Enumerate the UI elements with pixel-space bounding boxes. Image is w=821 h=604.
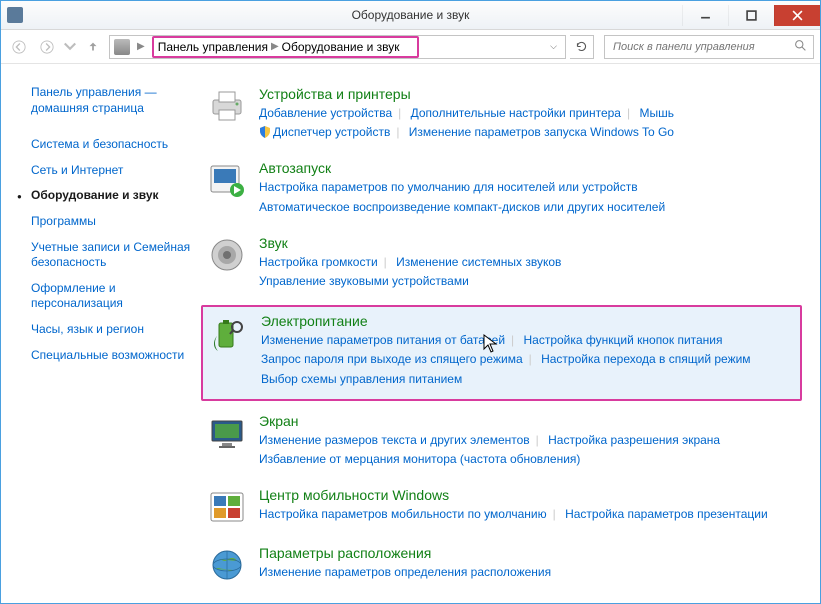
link-location-settings[interactable]: Изменение параметров определения располо… — [259, 565, 551, 579]
search-input[interactable] — [611, 40, 794, 54]
up-button[interactable] — [81, 35, 105, 59]
sidebar-item-hardware[interactable]: Оборудование и звук — [31, 183, 197, 209]
refresh-button[interactable] — [570, 35, 594, 59]
sidebar-item-network[interactable]: Сеть и Интернет — [31, 158, 197, 184]
category-links: Добавление устройства| Дополнительные на… — [259, 104, 802, 142]
title-bar: Оборудование и звук — [1, 1, 820, 30]
link-device-manager[interactable]: Диспетчер устройств — [273, 125, 390, 139]
category-title[interactable]: Центр мобильности Windows — [259, 487, 802, 503]
system-icon — [7, 7, 23, 23]
link-power-plan[interactable]: Выбор схемы управления питанием — [261, 372, 462, 386]
category-sound: Звук Настройка громкости| Изменение сист… — [207, 229, 802, 303]
link-refresh-rate[interactable]: Избавление от мерцания монитора (частота… — [259, 452, 580, 466]
sidebar-item-accounts[interactable]: Учетные записи и Семейная безопасность — [31, 235, 197, 276]
autoplay-icon — [207, 160, 247, 200]
link-add-device[interactable]: Добавление устройства — [259, 106, 392, 120]
link-password-wake[interactable]: Запрос пароля при выходе из спящего режи… — [261, 352, 523, 366]
body-area: Панель управления — домашняя страница Си… — [1, 64, 820, 603]
address-dropdown[interactable]: ⌵ — [546, 41, 561, 52]
link-battery-settings[interactable]: Изменение параметров питания от батарей — [261, 333, 505, 347]
chevron-right-icon[interactable]: ▶ — [268, 41, 282, 52]
sidebar-item-accessibility[interactable]: Специальные возможности — [31, 343, 197, 369]
link-autoplay-defaults[interactable]: Настройка параметров по умолчанию для но… — [259, 180, 638, 194]
sidebar-item-clock[interactable]: Часы, язык и регион — [31, 317, 197, 343]
category-devices: Устройства и принтеры Добавление устройс… — [207, 80, 802, 154]
category-title[interactable]: Электропитание — [261, 313, 794, 329]
category-links: Изменение параметров определения располо… — [259, 563, 802, 582]
sidebar-item-appearance[interactable]: Оформление и персонализация — [31, 276, 197, 317]
sidebar: Панель управления — домашняя страница Си… — [1, 80, 207, 603]
category-links: Изменение параметров питания от батарей|… — [261, 331, 794, 389]
category-links: Изменение размеров текста и других элеме… — [259, 431, 802, 469]
breadcrumb-seg-2[interactable]: Оборудование и звук — [282, 40, 400, 54]
category-location: Параметры расположения Изменение парамет… — [207, 539, 802, 597]
breadcrumb-highlight: Панель управления ▶ Оборудование и звук … — [152, 36, 420, 58]
link-printer-settings[interactable]: Дополнительные настройки принтера — [411, 106, 621, 120]
content-area: Устройства и принтеры Добавление устройс… — [207, 80, 820, 603]
link-system-sounds[interactable]: Изменение системных звуков — [396, 255, 561, 269]
category-links: Настройка параметров по умолчанию для но… — [259, 178, 802, 216]
close-button[interactable] — [774, 5, 820, 26]
link-power-buttons[interactable]: Настройка функций кнопок питания — [524, 333, 723, 347]
link-presentation[interactable]: Настройка параметров презентации — [565, 507, 768, 521]
shield-icon — [259, 126, 271, 138]
maximize-button[interactable] — [728, 5, 774, 26]
category-mobility: Центр мобильности Windows Настройка пара… — [207, 481, 802, 539]
speaker-icon — [207, 235, 247, 275]
link-audio-devices[interactable]: Управление звуковыми устройствами — [259, 274, 469, 288]
link-mouse[interactable]: Мышь — [639, 106, 674, 120]
window-controls — [682, 5, 820, 26]
category-title[interactable]: Автозапуск — [259, 160, 802, 176]
link-mobility-defaults[interactable]: Настройка параметров мобильности по умол… — [259, 507, 547, 521]
sidebar-item-programs[interactable]: Программы — [31, 209, 197, 235]
link-cd-autoplay[interactable]: Автоматическое воспроизведение компакт-д… — [259, 200, 665, 214]
category-links: Настройка параметров мобильности по умол… — [259, 505, 802, 524]
printer-icon — [207, 86, 247, 126]
navigation-bar: ▶ Панель управления ▶ Оборудование и зву… — [1, 30, 820, 64]
forward-button[interactable] — [35, 35, 59, 59]
back-button[interactable] — [7, 35, 31, 59]
sidebar-home-link[interactable]: Панель управления — домашняя страница — [31, 80, 197, 126]
category-title[interactable]: Параметры расположения — [259, 545, 802, 561]
link-sleep-settings[interactable]: Настройка перехода в спящий режим — [541, 352, 750, 366]
category-title[interactable]: Экран — [259, 413, 802, 429]
link-resolution[interactable]: Настройка разрешения экрана — [548, 433, 720, 447]
category-title[interactable]: Звук — [259, 235, 802, 251]
search-icon[interactable] — [794, 39, 807, 55]
category-autoplay: Автозапуск Настройка параметров по умолч… — [207, 154, 802, 228]
link-volume[interactable]: Настройка громкости — [259, 255, 378, 269]
search-box[interactable] — [604, 35, 814, 59]
monitor-icon — [207, 413, 247, 453]
category-links: Настройка громкости| Изменение системных… — [259, 253, 802, 291]
link-windows-togo[interactable]: Изменение параметров запуска Windows To … — [409, 125, 674, 139]
category-title[interactable]: Устройства и принтеры — [259, 86, 802, 102]
category-display: Экран Изменение размеров текста и других… — [207, 407, 802, 481]
history-dropdown[interactable] — [63, 35, 77, 59]
globe-icon — [207, 545, 247, 585]
breadcrumb-seg-1[interactable]: Панель управления — [158, 40, 268, 54]
location-icon — [114, 39, 130, 55]
address-bar[interactable]: ▶ Панель управления ▶ Оборудование и зву… — [109, 35, 566, 59]
mobility-icon — [207, 487, 247, 527]
minimize-button[interactable] — [682, 5, 728, 26]
link-text-size[interactable]: Изменение размеров текста и других элеме… — [259, 433, 530, 447]
battery-icon — [209, 313, 249, 353]
sidebar-item-system[interactable]: Система и безопасность — [31, 132, 197, 158]
chevron-right-icon[interactable]: ▶ — [134, 41, 148, 52]
category-power: Электропитание Изменение параметров пита… — [201, 305, 802, 401]
